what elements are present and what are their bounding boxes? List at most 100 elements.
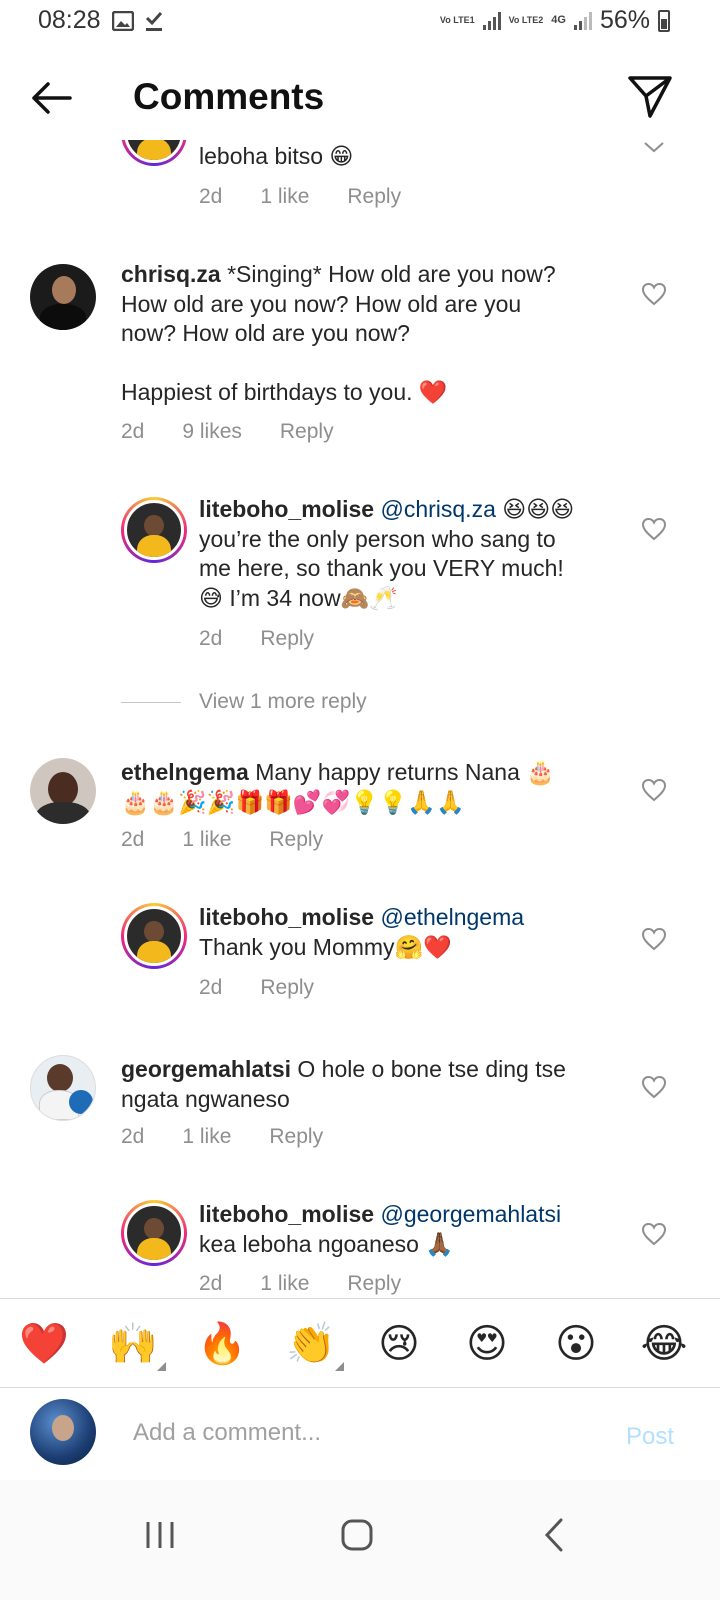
page-title: Comments <box>133 76 325 117</box>
comment-time: 2d <box>121 828 145 851</box>
comment-text-line: How old are you now? How old are you <box>121 290 522 317</box>
avatar[interactable] <box>121 140 187 166</box>
mention-link[interactable]: @ethelngema <box>380 904 524 930</box>
comment-username[interactable]: ethelngema <box>121 759 249 785</box>
comment-time: 2d <box>199 1272 223 1295</box>
recent-apps-icon[interactable] <box>130 1510 190 1560</box>
emoji-clap: 👏 <box>286 1321 336 1367</box>
comment-text-line: 😅 I’m 34 now🙈🥂 <box>199 584 398 611</box>
comment-text-line: Many happy returns Nana 🎂 <box>255 759 555 785</box>
battery-icon <box>658 9 670 32</box>
avatar[interactable] <box>30 758 96 824</box>
view-more-replies[interactable]: View 1 more reply <box>121 690 367 714</box>
comment-text-line: me here, so thank you VERY much! <box>199 555 564 581</box>
comment-likes[interactable]: 1 like <box>182 828 231 852</box>
comment-username[interactable]: liteboho_molise <box>199 904 374 930</box>
avatar[interactable] <box>121 903 187 969</box>
chevron-down-icon[interactable] <box>641 140 667 154</box>
signal-icon <box>482 11 501 30</box>
mention-link[interactable]: @georgemahlatsi <box>380 1201 561 1227</box>
comment-time: 2d <box>121 420 145 443</box>
emoji-clap-button[interactable]: 👏 <box>284 1317 344 1371</box>
comment-likes[interactable]: 9 likes <box>182 420 242 444</box>
comment-text-line: Happiest of birthdays to you. ❤️ <box>121 379 448 405</box>
skin-tone-indicator-icon <box>335 1362 344 1371</box>
reply-button[interactable]: Reply <box>347 185 401 209</box>
reply-button[interactable]: Reply <box>269 828 323 852</box>
comment-time: 2d <box>199 185 223 208</box>
comment-username[interactable]: georgemahlatsi <box>121 1056 291 1082</box>
reply-button[interactable]: Reply <box>260 976 314 1000</box>
system-nav-bar <box>0 1480 720 1600</box>
comment-time: 2d <box>121 1125 145 1148</box>
comment-username[interactable]: liteboho_molise <box>199 496 374 522</box>
comment-text-line: kea leboha ngoaneso 🙏🏾 <box>199 1230 454 1257</box>
paper-plane-icon[interactable] <box>626 72 674 120</box>
emoji-fire-button[interactable]: 🔥 <box>195 1317 249 1371</box>
comment-likes[interactable]: 1 like <box>260 1272 309 1296</box>
comment-text-line: ngata ngwaneso <box>121 1085 290 1112</box>
comment-text-line: O hole o bone tse ding tse <box>297 1056 566 1082</box>
comment-body: georgemahlatsi O hole o bone tse ding ts… <box>121 1055 621 1114</box>
comment-text-line: now? How old are you now? <box>121 320 410 346</box>
comment-likes[interactable]: 1 like <box>182 1125 231 1149</box>
reply-button[interactable]: Reply <box>347 1272 401 1296</box>
comment-meta: 2d 1 like Reply <box>199 185 439 209</box>
comment-body: chrisq.za *Singing* How old are you now?… <box>121 260 621 408</box>
comment-meta: 2d Reply <box>199 627 352 651</box>
emoji-raising-hands-button[interactable]: 🙌 <box>106 1317 166 1371</box>
check-download-icon <box>145 11 163 31</box>
comment-body: liteboho_molise @chrisq.za 😆😆😆 you’re th… <box>199 495 629 613</box>
heart-icon[interactable] <box>641 927 667 951</box>
comment-username[interactable]: chrisq.za <box>121 261 221 287</box>
gallery-icon <box>112 11 134 31</box>
heart-icon[interactable] <box>641 778 667 802</box>
mention-link[interactable]: @chrisq.za <box>380 496 495 522</box>
comment-input[interactable] <box>133 1415 593 1451</box>
avatar[interactable] <box>30 264 96 330</box>
emoji-quick-bar: ❤️ 🙌 🔥 👏 😢 😍 😮 😂 <box>0 1298 720 1388</box>
heart-icon[interactable] <box>641 1222 667 1246</box>
my-avatar <box>30 1399 96 1465</box>
header: Comments <box>0 48 720 148</box>
emoji-heart-eyes-button[interactable]: 😍 <box>460 1317 514 1371</box>
comment-body: liteboho_molise @georgemahlatsi kea lebo… <box>199 1200 629 1259</box>
comment-list[interactable]: leboha bitso 😁 2d 1 like Reply chrisq.za… <box>0 140 720 1298</box>
heart-icon[interactable] <box>641 282 667 306</box>
status-notification-icons <box>112 10 164 32</box>
comment-text-line: Thank you Mommy🤗❤️ <box>199 933 452 960</box>
avatar[interactable] <box>121 1200 187 1266</box>
avatar[interactable] <box>121 497 187 563</box>
avatar[interactable] <box>30 1055 96 1121</box>
comment-emoji: 😆😆😆 <box>502 496 575 522</box>
reply-button[interactable]: Reply <box>260 627 314 651</box>
heart-icon[interactable] <box>641 1075 667 1099</box>
divider <box>121 701 181 703</box>
view-more-label: View 1 more reply <box>199 690 367 713</box>
home-icon[interactable] <box>327 1510 387 1560</box>
status-time: 08:28 <box>38 6 101 34</box>
comment-likes[interactable]: 1 like <box>260 185 309 209</box>
back-nav-icon[interactable] <box>525 1510 585 1560</box>
comment-meta: 2d 1 like Reply <box>121 1125 361 1149</box>
comment-text: leboha bitso 😁 <box>199 143 354 169</box>
network-label: 4G <box>551 14 566 26</box>
comment-text-line: 🎂🎂🎉🎉🎁🎁💕💞💡💡🙏🙏 <box>121 788 465 815</box>
comment-username[interactable]: liteboho_molise <box>199 1201 374 1227</box>
reply-button[interactable]: Reply <box>269 1125 323 1149</box>
signal-icon-2 <box>573 11 592 30</box>
status-bar: 08:28 Vo LTE1 Vo LTE2 4G 56% <box>0 0 720 48</box>
emoji-crying-button[interactable]: 😢 <box>372 1317 426 1371</box>
reply-button[interactable]: Reply <box>280 420 334 444</box>
emoji-heart-button[interactable]: ❤️ <box>17 1317 71 1371</box>
comment-meta: 2d Reply <box>199 976 352 1000</box>
emoji-surprised-button[interactable]: 😮 <box>549 1317 603 1371</box>
comment-meta: 2d 1 like Reply <box>121 828 361 852</box>
post-button[interactable]: Post <box>626 1423 674 1451</box>
arrow-left-icon[interactable] <box>26 78 76 118</box>
sim2-label: Vo LTE2 <box>508 15 544 25</box>
heart-icon[interactable] <box>641 517 667 541</box>
sim1-label: Vo LTE1 <box>439 15 475 25</box>
comment-composer: Post <box>0 1389 720 1479</box>
emoji-laughing-button[interactable]: 😂 <box>637 1317 691 1371</box>
